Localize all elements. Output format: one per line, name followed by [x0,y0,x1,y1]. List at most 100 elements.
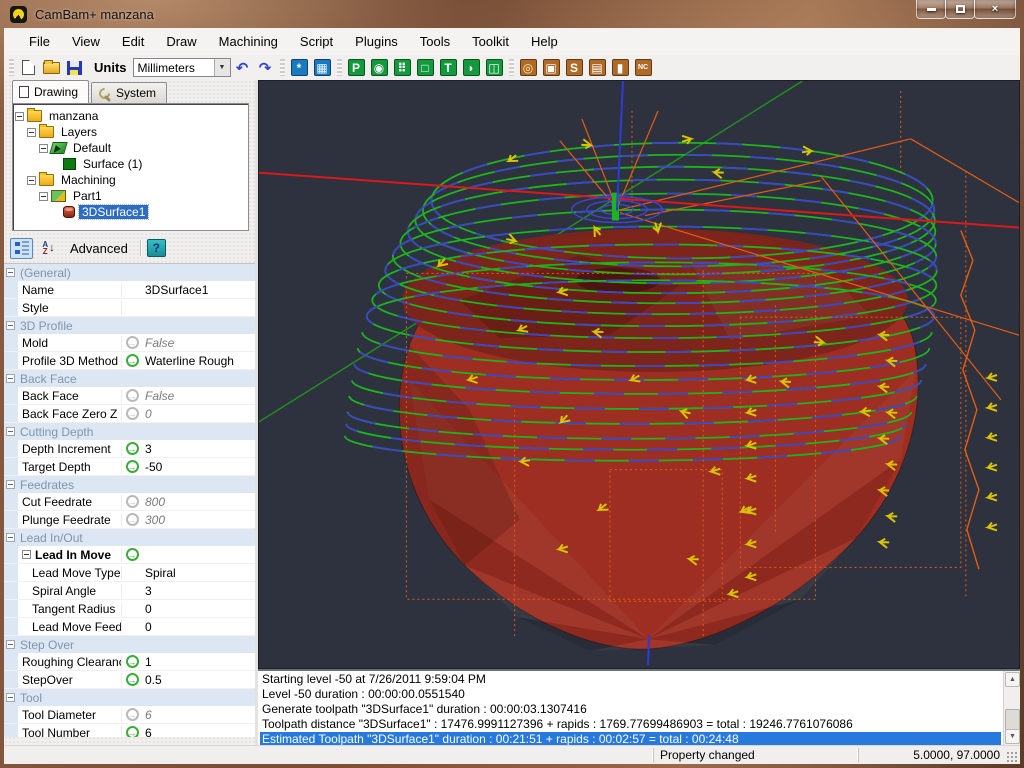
property-value[interactable]: 0 [142,602,255,616]
property-section-lead-in-out[interactable]: Lead In/Out [4,529,255,546]
menu-item-tools[interactable]: Tools [409,30,461,53]
log-line[interactable]: Estimated Toolpath "3DSurface1" duration… [260,732,1001,745]
mop-drill-button[interactable]: ▮ [610,57,631,78]
grid-toggle-button[interactable]: ▦ [312,57,333,78]
section-expander-icon[interactable] [6,693,15,702]
log-scrollbar[interactable]: ▲ ▼ [1003,671,1020,745]
property-value[interactable]: 3 [142,442,255,456]
draw-circle-button[interactable]: ◉ [369,57,390,78]
section-expander-icon[interactable] [6,533,15,542]
property-row-name[interactable]: Name3DSurface1 [4,281,255,299]
property-row-plunge-feedrate[interactable]: Plunge Feedrate→300 [4,511,255,529]
tab-drawing[interactable]: Drawing [12,80,89,103]
tree-item-layers[interactable]: Layers [15,124,246,140]
tree-expander-icon[interactable] [27,128,36,137]
property-value[interactable]: 1 [142,655,255,669]
title-bar[interactable]: CamBam+ manzana [0,0,1024,28]
advanced-button[interactable]: Advanced [64,241,134,256]
property-value[interactable]: 6 [142,708,255,722]
section-expander-icon[interactable] [6,321,15,330]
property-row-profile-3d-method[interactable]: Profile 3D Method→Waterline Rough [4,352,255,370]
3d-viewport[interactable] [258,80,1020,669]
property-value[interactable]: 800 [142,495,255,509]
property-value[interactable]: 300 [142,513,255,527]
property-row-stepover[interactable]: StepOver→0.5 [4,671,255,689]
menu-item-plugins[interactable]: Plugins [344,30,409,53]
property-value[interactable]: Spiral [142,566,255,580]
open-file-button[interactable] [41,57,62,78]
property-section-tool[interactable]: Tool [4,689,255,706]
redo-button[interactable]: ↷ [255,57,276,78]
menu-item-draw[interactable]: Draw [155,30,207,53]
section-expander-icon[interactable] [6,427,15,436]
property-value[interactable]: -50 [142,460,255,474]
tree-item-3dsurface1[interactable]: 3DSurface1 [15,204,246,220]
draw-polyline-button[interactable]: P [346,57,367,78]
mop-engrave-button[interactable]: S [564,57,585,78]
tree-expander-icon[interactable] [39,192,48,201]
sort-alphabetical-button[interactable]: A Z ↓ [37,238,60,259]
draw-arc-button[interactable]: ◗ [461,57,482,78]
property-row-back-face[interactable]: Back Face→False [4,387,255,405]
section-expander-icon[interactable] [6,480,15,489]
help-button[interactable]: ? [147,239,166,257]
menu-item-machining[interactable]: Machining [208,30,289,53]
draw-pointlist-button[interactable]: ⠿ [392,57,413,78]
property-value[interactable]: 0 [142,407,255,421]
menu-item-help[interactable]: Help [520,30,569,53]
property-value[interactable]: False [142,389,255,403]
property-row-mold[interactable]: Mold→False [4,334,255,352]
log-line[interactable]: Toolpath distance "3DSurface1" : 17476.9… [260,717,1001,732]
property-row-depth-increment[interactable]: Depth Increment→3 [4,440,255,458]
property-row-tool-diameter[interactable]: Tool Diameter→6 [4,706,255,724]
scroll-down-icon[interactable]: ▼ [1005,729,1020,744]
draw-surface-button[interactable]: ◫ [484,57,505,78]
units-combo[interactable]: Millimeters▼ [133,58,231,77]
log-line[interactable]: Starting level -50 at 7/26/2011 9:59:04 … [260,672,1001,687]
snap-points-button[interactable]: * [289,57,310,78]
property-row-tool-number[interactable]: Tool Number→6 [4,724,255,737]
property-section-feedrates[interactable]: Feedrates [4,476,255,493]
menu-item-view[interactable]: View [61,30,111,53]
message-log[interactable]: Starting level -50 at 7/26/2011 9:59:04 … [258,669,1020,745]
tree-item-default[interactable]: Default [15,140,246,156]
property-row-back-face-zero-z[interactable]: Back Face Zero Z→0 [4,405,255,423]
property-section-step-over[interactable]: Step Over [4,636,255,653]
save-file-button[interactable] [64,57,85,78]
property-value[interactable]: 0.5 [142,673,255,687]
section-expander-icon[interactable] [6,268,15,277]
menu-item-script[interactable]: Script [289,30,344,53]
categorized-button[interactable] [10,238,33,259]
draw-rectangle-button[interactable]: □ [415,57,436,78]
post-process-button[interactable]: NC [633,57,654,78]
property-row-lead-in-move[interactable]: Lead In Move→ [4,546,255,564]
undo-button[interactable]: ↶ [232,57,253,78]
tab-system[interactable]: System [91,82,167,103]
scroll-up-icon[interactable]: ▲ [1005,672,1020,687]
property-row-spiral-angle[interactable]: Spiral Angle3 [4,582,255,600]
property-value[interactable]: False [142,336,255,350]
tree-expander-icon[interactable] [39,144,48,153]
tree-expander-icon[interactable] [27,176,36,185]
property-row-roughing-clearance[interactable]: Roughing Clearance→1 [4,653,255,671]
drawing-tree[interactable]: manzanaLayersDefaultSurface (1)Machining… [12,103,249,231]
property-row-tangent-radius[interactable]: Tangent Radius0 [4,600,255,618]
tree-item-surface-1-[interactable]: Surface (1) [15,156,246,172]
mop-3dsurface-button[interactable]: ▤ [587,57,608,78]
tree-item-part1[interactable]: Part1 [15,188,246,204]
property-row-lead-move-type[interactable]: Lead Move TypeSpiral [4,564,255,582]
property-value[interactable]: Waterline Rough [142,354,255,368]
mop-pocket-button[interactable]: ▣ [541,57,562,78]
dropdown-arrow-icon[interactable]: ▼ [214,59,230,76]
property-row-target-depth[interactable]: Target Depth→-50 [4,458,255,476]
maximize-button[interactable] [945,0,975,19]
close-button[interactable]: × [974,0,1016,19]
log-line[interactable]: Generate toolpath "3DSurface1" duration … [260,702,1001,717]
mop-profile-button[interactable]: ◎ [518,57,539,78]
tree-item-machining[interactable]: Machining [15,172,246,188]
row-expander-icon[interactable] [22,550,31,559]
property-section-cutting-depth[interactable]: Cutting Depth [4,423,255,440]
new-file-button[interactable] [18,57,39,78]
property-row-style[interactable]: Style [4,299,255,317]
property-section-3d-profile[interactable]: 3D Profile [4,317,255,334]
